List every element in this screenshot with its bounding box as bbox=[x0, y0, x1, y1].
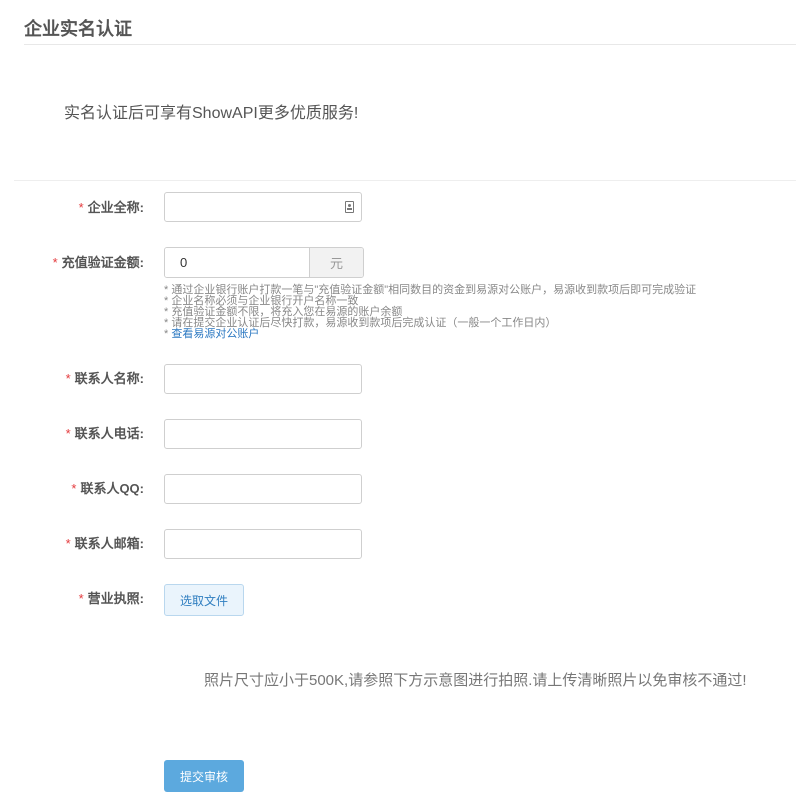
amount-label: * 充值验证金额: bbox=[52, 255, 144, 270]
section-divider bbox=[14, 180, 796, 181]
contact-name-input[interactable] bbox=[165, 365, 361, 393]
contact-email-field[interactable] bbox=[164, 529, 362, 559]
amount-input-group: 元 bbox=[164, 247, 364, 278]
page-title: 企业实名认证 bbox=[24, 19, 132, 39]
required-mark: * bbox=[65, 536, 71, 551]
required-mark: * bbox=[78, 591, 84, 606]
company-name-label: * 企业全称: bbox=[78, 200, 144, 215]
contact-name-field[interactable] bbox=[164, 364, 362, 394]
currency-unit: 元 bbox=[309, 248, 363, 277]
company-name-input[interactable] bbox=[165, 193, 361, 221]
contact-qq-input[interactable] bbox=[165, 475, 361, 503]
photo-size-note: 照片尺寸应小于500K,请参照下方示意图进行拍照.请上传清晰照片以免审核不通过! bbox=[204, 672, 747, 689]
hint-item: * 查看易源对公账户 bbox=[164, 328, 260, 340]
required-mark: * bbox=[78, 200, 84, 215]
contact-phone-label: * 联系人电话: bbox=[65, 426, 144, 441]
contact-name-label: * 联系人名称: bbox=[65, 371, 144, 386]
amount-hints: * 通过企业银行账户打款一笔与"充值验证金额"相同数目的资金到易源对公账户，易源… bbox=[164, 285, 784, 340]
intro-text: 实名认证后可享有ShowAPI更多优质服务! bbox=[64, 105, 359, 122]
contact-phone-field[interactable] bbox=[164, 419, 362, 449]
contact-phone-input[interactable] bbox=[165, 420, 361, 448]
choose-file-button[interactable]: 选取文件 bbox=[164, 584, 244, 616]
required-mark: * bbox=[65, 371, 71, 386]
submit-review-button[interactable]: 提交审核 bbox=[164, 760, 244, 792]
contact-email-input[interactable] bbox=[165, 530, 361, 558]
required-mark: * bbox=[71, 481, 77, 496]
view-account-link[interactable]: 查看易源对公账户 bbox=[171, 328, 259, 340]
company-name-field[interactable] bbox=[164, 192, 362, 222]
contact-qq-label: * 联系人QQ: bbox=[71, 481, 144, 496]
amount-input[interactable] bbox=[165, 248, 309, 277]
contact-email-label: * 联系人邮箱: bbox=[65, 536, 144, 551]
contact-qq-field[interactable] bbox=[164, 474, 362, 504]
title-divider bbox=[24, 44, 796, 45]
contact-card-icon[interactable] bbox=[345, 201, 354, 213]
required-mark: * bbox=[52, 255, 58, 270]
required-mark: * bbox=[65, 426, 71, 441]
license-label: * 营业执照: bbox=[78, 591, 144, 606]
